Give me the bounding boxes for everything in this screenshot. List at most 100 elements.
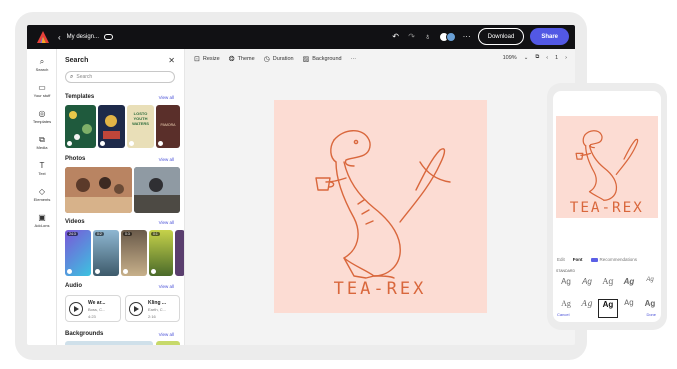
font-option[interactable]: Ag [577, 299, 597, 318]
rail-item-media[interactable]: ⧉ Media [27, 135, 57, 150]
template-play-icon[interactable] [67, 141, 72, 146]
video-play-icon[interactable] [95, 269, 100, 274]
background-thumb[interactable] [156, 341, 180, 345]
share-button[interactable]: Share [530, 28, 569, 45]
font-sample: Ag [602, 300, 614, 309]
font-sample: Ag [623, 277, 635, 286]
phone-artboard[interactable]: TEA-REX [556, 116, 658, 218]
font-option[interactable]: Ag [556, 277, 576, 296]
photo-thumb[interactable] [134, 167, 180, 213]
adobe-express-logo-icon[interactable] [36, 30, 50, 44]
font-option[interactable]: Ag [619, 277, 639, 296]
avatar[interactable] [445, 31, 456, 42]
search-input[interactable]: ⌕ Search [65, 71, 175, 83]
back-chevron-icon[interactable]: ‹ [58, 33, 61, 42]
collaborators[interactable] [438, 31, 456, 42]
template-play-icon[interactable] [158, 141, 163, 146]
template-thumb[interactable] [65, 105, 96, 148]
template-thumb[interactable]: PAMORA [156, 105, 180, 148]
view-all-templates-link[interactable]: View all [159, 95, 174, 100]
video-thumb[interactable]: 0:2 [93, 230, 119, 276]
duration-button[interactable]: ◷ Duration [264, 55, 294, 63]
video-play-icon[interactable] [151, 269, 156, 274]
play-icon[interactable] [129, 302, 143, 316]
view-all-audio-link[interactable]: View all [159, 284, 174, 289]
audio-artist: Earth, C... [148, 307, 167, 312]
video-play-icon[interactable] [123, 269, 128, 274]
more-icon[interactable]: ··· [462, 32, 472, 41]
tab-recommendations[interactable]: Recommendations [590, 257, 638, 262]
view-all-photos-link[interactable]: View all [159, 157, 174, 162]
audio-card[interactable]: Kling ... Earth, C... 2:16 [125, 295, 180, 322]
photo-thumb[interactable] [65, 167, 132, 213]
resize-button[interactable]: ⊡ Resize [194, 55, 220, 63]
font-option-selected[interactable]: Ag [598, 299, 618, 318]
close-icon[interactable]: ✕ [168, 56, 175, 65]
left-rail: ⌕ Search ▭ Your stuff ◎ Templates ⧉ Medi… [27, 49, 57, 345]
next-page-icon[interactable]: › [565, 55, 567, 61]
rail-item-label: Add-ons [34, 223, 50, 228]
rail-item-templates[interactable]: ◎ Templates [27, 109, 57, 124]
phone-tea-rex-illustration: TEA-REX [570, 130, 642, 216]
redo-icon[interactable]: ↷ [407, 32, 417, 41]
tab-edit[interactable]: Edit [557, 257, 565, 262]
template-play-icon[interactable] [100, 141, 105, 146]
lightbulb-icon[interactable]: ♁ [423, 32, 433, 41]
audio-card[interactable]: We ar... Boss, C... 4:23 [65, 295, 121, 322]
rail-item-elements[interactable]: ◇ Elements [27, 187, 57, 202]
tab-font[interactable]: Font [573, 257, 583, 262]
view-all-backgrounds-link[interactable]: View all [159, 332, 174, 337]
template-text: PAMORA [160, 123, 176, 127]
chevron-down-icon[interactable]: ⌄ [524, 55, 529, 61]
rail-item-search[interactable]: ⌕ Search [27, 57, 57, 72]
play-icon[interactable] [69, 302, 83, 316]
artboard-text[interactable]: TEA-REX [334, 279, 427, 299]
template-text: LOSTO YOUTH WATERS [132, 111, 149, 126]
view-all-videos-link[interactable]: View all [159, 220, 174, 225]
photo-thumb-art [134, 167, 180, 213]
template-play-icon[interactable] [129, 141, 134, 146]
done-button[interactable]: Done [646, 312, 656, 317]
phone-screen: TEA-REX Edit Font Recommendations STANDA… [553, 91, 661, 322]
background-button[interactable]: ▨ Background [303, 55, 342, 63]
video-duration: 0:1 [151, 232, 160, 236]
theme-button[interactable]: ❂ Theme [229, 55, 255, 63]
video-thumb[interactable]: 0:3 [121, 230, 147, 276]
video-play-icon[interactable] [67, 269, 72, 274]
more-options-button[interactable]: ··· [351, 56, 357, 62]
zoom-level[interactable]: 109% [503, 55, 517, 61]
tab-recommendations-label: Recommendations [599, 257, 638, 262]
font-sample: Ag [581, 299, 593, 308]
video-thumb[interactable] [175, 230, 184, 276]
font-sample: Ag [624, 299, 634, 308]
artboard[interactable]: TEA-REX [274, 100, 487, 313]
canvas-toolbar-right: 109% ⌄ ⧉ ‹ 1 › [503, 54, 567, 61]
section-title-templates: Templates [65, 94, 95, 100]
tea-rex-illustration[interactable]: TEA-REX [274, 100, 487, 313]
background-label: Background [312, 56, 342, 62]
undo-icon[interactable]: ↶ [391, 32, 401, 41]
template-thumb[interactable] [98, 105, 125, 148]
background-thumb[interactable] [65, 341, 153, 345]
font-option[interactable]: Ag [640, 277, 660, 296]
video-duration: 24:3 [67, 232, 78, 236]
audio-title: We ar... [88, 300, 106, 306]
rail-item-add-ons[interactable]: ▣ Add-ons [27, 213, 57, 228]
search-icon: ⌕ [39, 57, 45, 66]
template-thumb[interactable]: LOSTO YOUTH WATERS [127, 105, 154, 148]
resize-icon: ⊡ [194, 56, 200, 63]
download-button[interactable]: Download [477, 28, 525, 45]
pages-icon[interactable]: ⧉ [535, 54, 539, 61]
rail-item-text[interactable]: T Text [27, 161, 57, 176]
canvas-toolbar: ⊡ Resize ❂ Theme ◷ Duration ▨ Background… [185, 49, 575, 69]
rail-item-your-stuff[interactable]: ▭ Your stuff [27, 83, 57, 98]
video-thumb[interactable]: 24:3 [65, 230, 91, 276]
elements-icon: ◇ [38, 187, 46, 196]
font-option[interactable]: Ag [577, 277, 597, 296]
font-option[interactable]: Ag [619, 299, 639, 318]
font-option[interactable]: Ag [598, 277, 618, 296]
document-title[interactable]: My design... [67, 34, 99, 40]
video-thumb[interactable]: 0:1 [149, 230, 173, 276]
prev-page-icon[interactable]: ‹ [546, 55, 548, 61]
cancel-button[interactable]: Cancel [557, 312, 569, 317]
